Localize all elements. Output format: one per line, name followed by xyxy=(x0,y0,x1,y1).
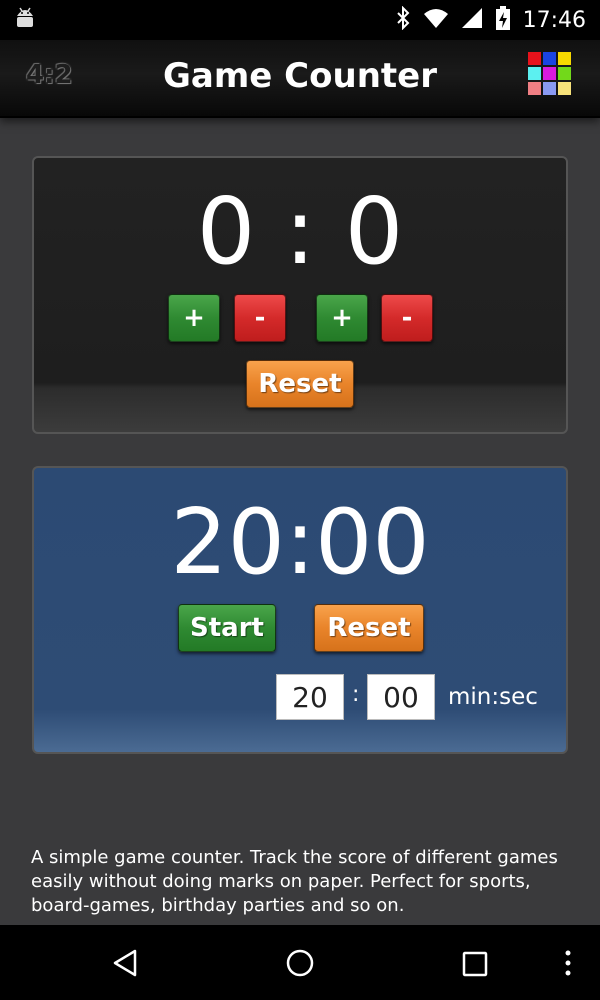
timer-panel: 20:00 Start Reset : min:sec xyxy=(32,466,568,754)
timer-display: 20:00 xyxy=(170,490,430,595)
time-separator: : xyxy=(352,682,360,707)
battery-charging-icon xyxy=(495,5,511,36)
wifi-icon xyxy=(423,7,449,34)
color-grid-cell xyxy=(558,67,571,80)
back-icon[interactable] xyxy=(112,949,138,982)
color-grid-cell xyxy=(543,82,556,95)
status-time: 17:46 xyxy=(522,7,586,33)
color-grid-cell xyxy=(558,82,571,95)
signal-icon xyxy=(461,7,483,34)
score-display: 0 : 0 xyxy=(196,178,404,285)
app-title: Game Counter xyxy=(163,56,437,96)
color-grid-cell xyxy=(543,52,556,65)
timer-reset-button[interactable]: Reset xyxy=(314,604,424,652)
recents-icon[interactable] xyxy=(462,951,488,982)
color-grid-cell xyxy=(528,52,541,65)
overflow-menu-icon[interactable] xyxy=(564,949,572,982)
bluetooth-icon xyxy=(395,5,411,35)
timer-start-button[interactable]: Start xyxy=(178,604,276,652)
app-description: A simple game counter. Track the score o… xyxy=(31,847,558,916)
score-reset-button[interactable]: Reset xyxy=(246,360,354,408)
team1-plus-button[interactable]: + xyxy=(168,294,220,342)
app-bar: 4:2 Game Counter xyxy=(0,40,600,118)
time-unit-label: min:sec xyxy=(448,684,538,710)
color-grid-cell xyxy=(528,82,541,95)
color-grid-cell xyxy=(543,67,556,80)
team1-minus-button[interactable]: - xyxy=(234,294,286,342)
home-icon[interactable] xyxy=(286,949,314,982)
seconds-input[interactable] xyxy=(367,674,435,720)
team2-minus-button[interactable]: - xyxy=(381,294,433,342)
color-picker-icon[interactable] xyxy=(528,52,571,95)
color-grid-cell xyxy=(558,52,571,65)
navigation-bar xyxy=(0,925,600,1000)
color-grid-cell xyxy=(528,67,541,80)
minutes-input[interactable] xyxy=(276,674,344,720)
android-icon xyxy=(14,6,36,35)
score-panel: 0 : 0 + - + - Reset xyxy=(32,156,568,434)
team2-plus-button[interactable]: + xyxy=(316,294,368,342)
status-bar: 17:46 xyxy=(0,0,600,40)
